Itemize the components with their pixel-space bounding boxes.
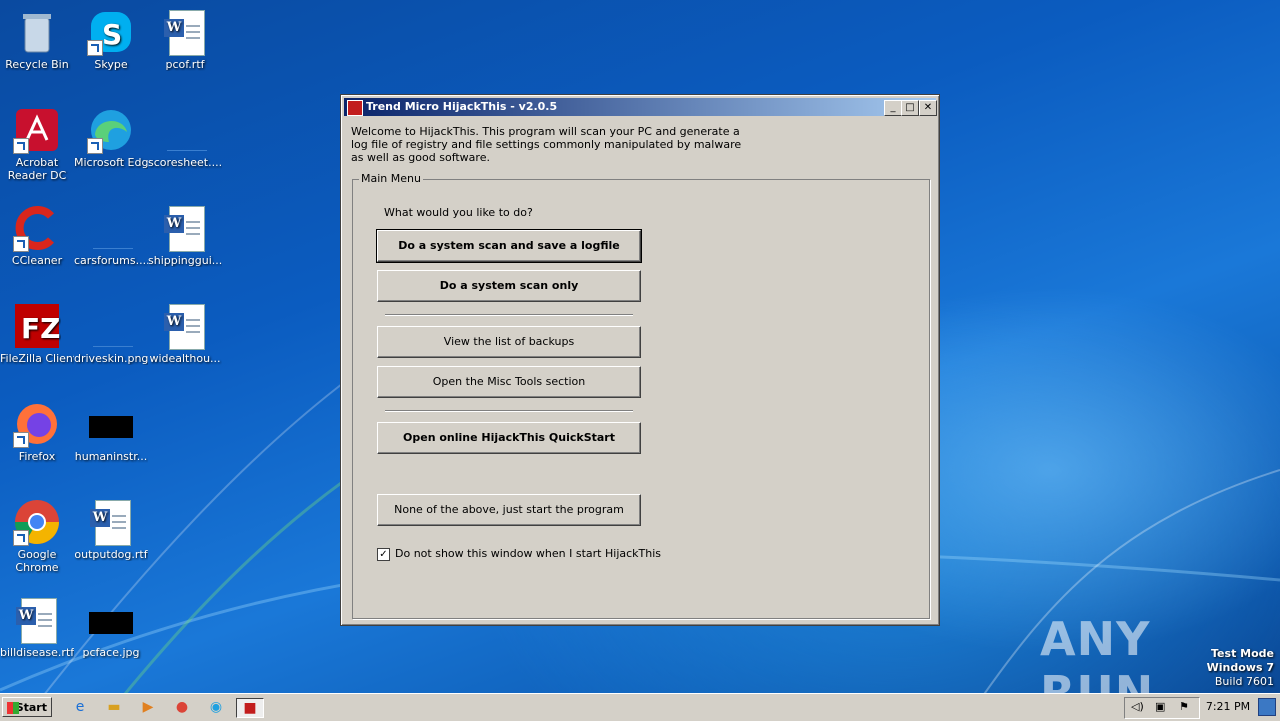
desktop-icon-label: shippinggui... [148, 254, 222, 267]
desktop-icon-driveskin[interactable]: driveskin.png [74, 298, 148, 365]
desktop-icon-label: widealthou... [149, 352, 221, 365]
shortcut-arrow-icon [13, 530, 29, 546]
do-not-show-checkbox[interactable]: ✓ [377, 548, 390, 561]
desktop-icon-label: FileZilla Client [0, 352, 74, 365]
minimize-button[interactable]: _ [884, 100, 902, 116]
folder-icon[interactable]: ▬ [104, 698, 124, 716]
file-icon [93, 226, 133, 249]
taskbar: Start e ▬ ▶ ● ◉ ■ ◁) ▣ ⚑ 7:21 PM [0, 693, 1280, 721]
window-title: Trend Micro HijackThis - v2.0.5 [366, 100, 558, 113]
filezilla-icon: FZ [15, 304, 60, 348]
image-file-icon [93, 324, 133, 347]
word-document-icon: W [90, 500, 131, 546]
hijackthis-window: Trend Micro HijackThis - v2.0.5 _ □ ✕ We… [340, 94, 940, 626]
action-center-flag-icon[interactable]: ⚑ [1179, 700, 1189, 713]
desktop-icon-shippinggui[interactable]: W shippinggui... [148, 200, 222, 267]
word-document-icon: W [164, 206, 205, 252]
desktop-icon-label: pcof.rtf [165, 58, 205, 71]
desktop-icon-label: Microsoft Edge [74, 156, 148, 169]
word-document-icon: W [16, 598, 57, 644]
desktop-icon-scoresheet[interactable]: scoresheet.... [148, 102, 222, 169]
build-line: Build 7601 [1214, 675, 1274, 688]
windows-version-line: Windows 7 [1206, 661, 1274, 674]
word-document-icon: W [164, 304, 205, 350]
maximize-button[interactable]: □ [901, 100, 919, 116]
network-icon[interactable]: ▣ [1155, 700, 1165, 713]
desktop-icon-label: Skype [94, 58, 128, 71]
desktop-icon-label: carsforums.... [74, 254, 148, 267]
main-menu-label: Main Menu [359, 172, 423, 185]
test-mode-line: Test Mode [1211, 647, 1274, 660]
desktop-icon-label: Recycle Bin [5, 58, 69, 71]
start-label: Start [15, 701, 47, 714]
separator [385, 410, 633, 412]
volume-icon[interactable]: ◁) [1131, 700, 1144, 713]
desktop-icon-label: humaninstr... [74, 450, 148, 463]
desktop-icon-label: pcface.jpg [82, 646, 140, 659]
separator [385, 314, 633, 316]
misc-tools-button[interactable]: Open the Misc Tools section [377, 366, 641, 398]
question-text: What would you like to do? [384, 206, 533, 219]
internet-explorer-icon[interactable]: e [70, 698, 90, 716]
windows-flag-icon [7, 702, 19, 714]
desktop-icon-chrome[interactable]: Google Chrome [0, 494, 74, 574]
start-button[interactable]: Start [2, 697, 52, 717]
desktop-icon-skype[interactable]: S Skype [74, 4, 148, 71]
desktop-icon-label: billdisease.rtf [0, 646, 74, 659]
do-not-show-label[interactable]: Do not show this window when I start Hij… [395, 547, 661, 560]
scan-only-button[interactable]: Do a system scan only [377, 270, 641, 302]
desktop-icon-ccleaner[interactable]: CCleaner [0, 200, 74, 267]
recycle-bin-icon [23, 14, 51, 53]
shortcut-arrow-icon [13, 236, 29, 252]
image-thumbnail-icon [89, 612, 133, 634]
shortcut-arrow-icon [87, 40, 103, 56]
test-mode-text: Test Mode Windows 7 Build 7601 [1207, 647, 1274, 689]
desktop-icon-firefox[interactable]: Firefox [0, 396, 74, 463]
quickstart-button[interactable]: Open online HijackThis QuickStart [377, 422, 641, 454]
file-icon [167, 128, 207, 151]
desktop-icon-acrobat[interactable]: Acrobat Reader DC [0, 102, 74, 182]
edge-taskbar-icon[interactable]: ◉ [206, 698, 226, 716]
desktop-icon-edge[interactable]: Microsoft Edge [74, 102, 148, 169]
shortcut-arrow-icon [13, 138, 29, 154]
image-thumbnail-icon [89, 416, 133, 438]
desktop-icon-billdisease[interactable]: W billdisease.rtf [0, 592, 74, 659]
start-program-button[interactable]: None of the above, just start the progra… [377, 494, 641, 526]
media-player-icon[interactable]: ▶ [138, 698, 158, 716]
system-tray: ◁) ▣ ⚑ [1124, 697, 1200, 719]
hijackthis-taskbar-icon[interactable]: ■ [236, 698, 264, 718]
desktop-icon-label: scoresheet.... [148, 156, 222, 169]
main-menu-group: Main Menu What would you like to do? Do … [352, 172, 930, 619]
shortcut-arrow-icon [13, 432, 29, 448]
shortcut-arrow-icon [87, 138, 103, 154]
desktop-icon-pcof[interactable]: W pcof.rtf [148, 4, 222, 71]
word-document-icon: W [164, 10, 205, 56]
chrome-taskbar-icon[interactable]: ● [172, 698, 192, 716]
desktop-icon-label: driveskin.png [74, 352, 148, 365]
view-backups-button[interactable]: View the list of backups [377, 326, 641, 358]
show-desktop-button[interactable] [1258, 698, 1276, 716]
scan-and-save-button[interactable]: Do a system scan and save a logfile [376, 229, 642, 263]
desktop-icon-label: Acrobat Reader DC [7, 156, 67, 182]
desktop-icon-label: CCleaner [11, 254, 63, 267]
hijackthis-app-icon [347, 100, 363, 116]
close-button[interactable]: ✕ [919, 100, 937, 116]
desktop-icon-label: Google Chrome [15, 548, 59, 574]
desktop-icon-recycle-bin[interactable]: Recycle Bin [0, 4, 74, 71]
desktop-icon-label: outputdog.rtf [74, 548, 148, 561]
svg-text:FZ: FZ [21, 312, 60, 345]
desktop-icon-humaninstr[interactable]: humaninstr... [74, 396, 148, 463]
window-titlebar[interactable]: Trend Micro HijackThis - v2.0.5 _ □ ✕ [344, 98, 937, 116]
desktop-icon-outputdog[interactable]: W outputdog.rtf [74, 494, 148, 561]
desktop-icon-filezilla[interactable]: FZ FileZilla Client [0, 298, 74, 365]
clock[interactable]: 7:21 PM [1200, 697, 1256, 717]
desktop-icon-carsforums[interactable]: carsforums.... [74, 200, 148, 267]
svg-text:S: S [102, 18, 122, 51]
welcome-text: Welcome to HijackThis. This program will… [351, 125, 742, 164]
desktop-icon-pcface[interactable]: pcface.jpg [74, 592, 148, 659]
desktop-icon-label: Firefox [18, 450, 56, 463]
desktop-icon-widealthou[interactable]: W widealthou... [148, 298, 222, 365]
